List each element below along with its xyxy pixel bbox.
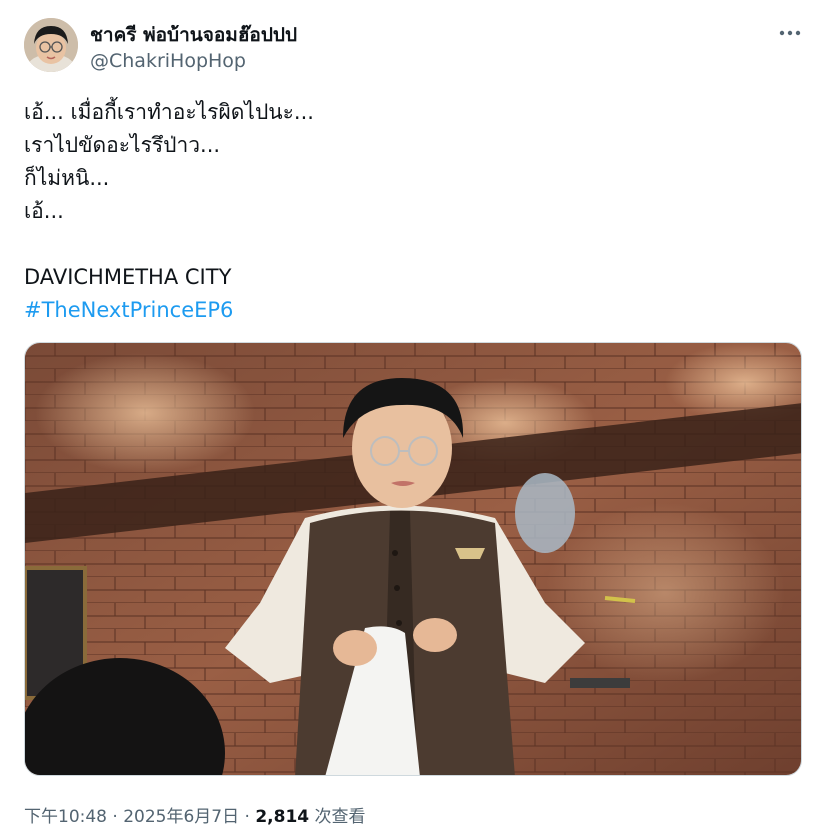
meta-separator: ·	[239, 807, 256, 827]
tweet-card: ชาครี พ่อบ้านจอมฮ๊อปปป @ChakriHopHop เอ้…	[0, 0, 840, 838]
more-horizontal-icon	[779, 30, 801, 36]
tweet-text-line: ก็ไม่หนิ...	[24, 166, 110, 190]
tweet-text-line: เราไปขัดอะไรรึป่าว...	[24, 133, 221, 157]
views-label: 次查看	[309, 807, 366, 827]
tweet-text-line: เอ้...	[24, 199, 64, 223]
tweet-text-line: เอ้... เมื่อกี้เราทำอะไรผิดไปนะ...	[24, 100, 314, 124]
tweet-time[interactable]: 下午10:48	[24, 807, 107, 827]
meta-separator: ·	[107, 807, 124, 827]
views-count: 2,814	[255, 807, 310, 827]
tweet-meta: 下午10:48 · 2025年6月7日 · 2,814 次查看	[24, 802, 366, 827]
tweet-tagline: DAVICHMETHA CITY	[24, 265, 232, 289]
tweet-date[interactable]: 2025年6月7日	[123, 807, 239, 827]
hashtag-link[interactable]: #TheNextPrinceEP6	[24, 294, 814, 327]
video-still-image	[25, 343, 801, 775]
tweet-media[interactable]	[24, 342, 802, 776]
author-display-name[interactable]: ชาครี พ่อบ้านจอมฮ๊อปปป	[90, 20, 297, 50]
tweet-text: เอ้... เมื่อกี้เราทำอะไรผิดไปนะ... เราไป…	[24, 96, 814, 327]
avatar[interactable]	[24, 18, 78, 72]
more-options-button[interactable]	[770, 18, 810, 48]
avatar-image	[24, 18, 78, 72]
author-handle[interactable]: @ChakriHopHop	[90, 50, 246, 72]
